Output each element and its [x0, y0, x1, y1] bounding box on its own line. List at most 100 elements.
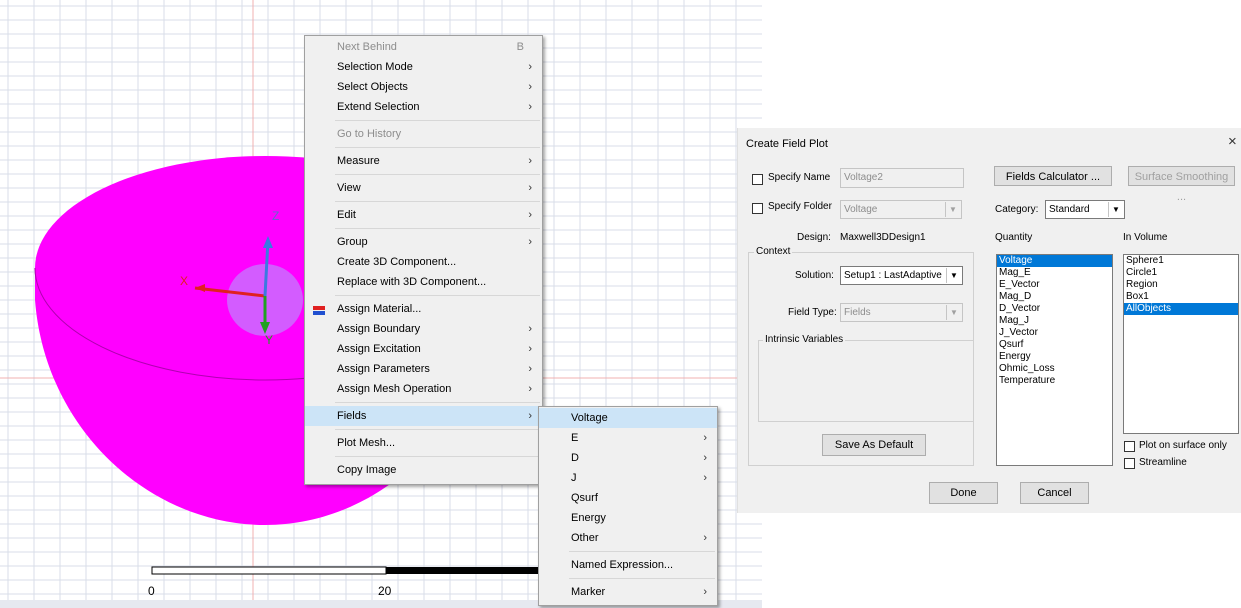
- menu-item-extend-selection[interactable]: Extend Selection ›: [305, 97, 542, 117]
- menu-item-named-expression[interactable]: Named Expression...: [539, 555, 717, 575]
- menu-item-create-3d-component[interactable]: Create 3D Component...: [305, 252, 542, 272]
- intrinsic-variables-group: [758, 340, 974, 422]
- name-field[interactable]: Voltage2: [840, 168, 964, 188]
- quantity-label: Quantity: [995, 232, 1033, 243]
- in-volume-listbox[interactable]: Sphere1 Circle1 Region Box1 AllObjects: [1123, 254, 1239, 434]
- field-type-select[interactable]: Fields ▼: [840, 303, 963, 322]
- menu-item-select-objects[interactable]: Select Objects ›: [305, 77, 542, 97]
- menu-item-label: Measure: [337, 155, 380, 167]
- menu-item-assign-excitation[interactable]: Assign Excitation ›: [305, 339, 542, 359]
- category-select[interactable]: Standard ▼: [1045, 200, 1125, 219]
- chevron-right-icon: ›: [528, 236, 532, 248]
- menu-item-label: Next Behind: [337, 41, 397, 53]
- chevron-right-icon: ›: [703, 452, 707, 464]
- list-item[interactable]: Mag_E: [997, 267, 1112, 279]
- list-item[interactable]: Mag_D: [997, 291, 1112, 303]
- list-item[interactable]: Mag_J: [997, 315, 1112, 327]
- menu-item-view[interactable]: View ›: [305, 178, 542, 198]
- in-volume-label: In Volume: [1123, 232, 1168, 243]
- menu-item-selection-mode[interactable]: Selection Mode ›: [305, 57, 542, 77]
- menu-item-label: Plot Mesh...: [337, 437, 396, 449]
- menu-item-label: Assign Boundary: [337, 323, 421, 335]
- plot-on-surface-label: Plot on surface only: [1139, 440, 1227, 451]
- solution-select[interactable]: Setup1 : LastAdaptive ▼: [840, 266, 963, 285]
- specify-name-checkbox[interactable]: [752, 174, 763, 185]
- menu-item-label: Named Expression...: [571, 559, 674, 571]
- menu-item-group[interactable]: Group ›: [305, 232, 542, 252]
- menu-item-marker[interactable]: Marker ›: [539, 582, 717, 602]
- menu-item-label: Go to History: [337, 128, 402, 140]
- menu-separator: [335, 456, 540, 457]
- streamline-checkbox[interactable]: [1124, 458, 1135, 469]
- list-item[interactable]: Energy: [997, 351, 1112, 363]
- design-label: Design:: [797, 232, 831, 243]
- menu-separator: [335, 147, 540, 148]
- menu-separator: [335, 295, 540, 296]
- field-type-label: Field Type:: [788, 307, 837, 318]
- menu-item-energy[interactable]: Energy: [539, 508, 717, 528]
- menu-item-label: Qsurf: [571, 492, 598, 504]
- menu-item-assign-material[interactable]: Assign Material...: [305, 299, 542, 319]
- list-item[interactable]: Temperature: [997, 375, 1112, 387]
- menu-item-label: Assign Material...: [337, 303, 422, 315]
- chevron-right-icon: ›: [528, 101, 532, 113]
- category-label: Category:: [995, 204, 1039, 215]
- fields-calculator-button[interactable]: Fields Calculator ...: [994, 166, 1112, 186]
- menu-item-assign-boundary[interactable]: Assign Boundary ›: [305, 319, 542, 339]
- save-as-default-button[interactable]: Save As Default: [822, 434, 926, 456]
- menu-item-next-behind[interactable]: Next Behind B: [305, 37, 542, 57]
- done-button[interactable]: Done: [929, 482, 998, 504]
- list-item[interactable]: E_Vector: [997, 279, 1112, 291]
- menu-item-label: Extend Selection: [337, 101, 420, 113]
- list-item[interactable]: Box1: [1124, 291, 1238, 303]
- quantity-listbox[interactable]: Voltage Mag_E E_Vector Mag_D D_Vector Mag_J J_…: [996, 254, 1113, 466]
- folder-select[interactable]: Voltage ▼: [840, 200, 962, 219]
- close-icon[interactable]: ×: [1228, 133, 1237, 150]
- list-item[interactable]: D_Vector: [997, 303, 1112, 315]
- scale-tick-0: 0: [148, 584, 155, 598]
- menu-separator: [569, 551, 715, 552]
- menu-item-edit[interactable]: Edit ›: [305, 205, 542, 225]
- menu-item-j[interactable]: J ›: [539, 468, 717, 488]
- menu-item-measure[interactable]: Measure ›: [305, 151, 542, 171]
- menu-item-label: Copy Image: [337, 464, 397, 476]
- menu-item-e[interactable]: E ›: [539, 428, 717, 448]
- menu-item-label: Edit: [337, 209, 356, 221]
- list-item[interactable]: Region: [1124, 279, 1238, 291]
- menu-item-label: Assign Excitation: [337, 343, 421, 355]
- menu-item-copy-image[interactable]: Copy Image: [305, 460, 542, 480]
- list-item[interactable]: Voltage: [997, 255, 1112, 267]
- field-type-select-value: Fields: [844, 307, 871, 318]
- menu-item-plot-mesh[interactable]: Plot Mesh...: [305, 433, 542, 453]
- dialog-title: Create Field Plot: [746, 138, 828, 150]
- menu-item-other[interactable]: Other ›: [539, 528, 717, 548]
- menu-item-label: Assign Mesh Operation: [337, 383, 452, 395]
- menu-item-label: Replace with 3D Component...: [337, 276, 487, 288]
- specify-folder-checkbox[interactable]: [752, 203, 763, 214]
- cancel-button[interactable]: Cancel: [1020, 482, 1089, 504]
- list-item[interactable]: Ohmic_Loss: [997, 363, 1112, 375]
- menu-separator: [335, 429, 540, 430]
- chevron-right-icon: ›: [703, 472, 707, 484]
- menu-separator: [335, 402, 540, 403]
- list-item[interactable]: AllObjects: [1124, 303, 1238, 315]
- menu-item-voltage[interactable]: Voltage: [539, 408, 717, 428]
- menu-item-fields[interactable]: Fields ›: [305, 406, 542, 426]
- list-item[interactable]: Circle1: [1124, 267, 1238, 279]
- list-item[interactable]: Sphere1: [1124, 255, 1238, 267]
- menu-item-assign-parameters[interactable]: Assign Parameters ›: [305, 359, 542, 379]
- specify-name-label: Specify Name: [768, 172, 831, 183]
- chevron-right-icon: ›: [703, 586, 707, 598]
- menu-item-shortcut: B: [516, 41, 524, 53]
- menu-item-replace-with-3d-component[interactable]: Replace with 3D Component...: [305, 272, 542, 292]
- plot-on-surface-checkbox[interactable]: [1124, 441, 1135, 452]
- list-item[interactable]: Qsurf: [997, 339, 1112, 351]
- chevron-down-icon: ▼: [945, 202, 960, 217]
- menu-item-go-to-history[interactable]: Go to History: [305, 124, 542, 144]
- list-item[interactable]: J_Vector: [997, 327, 1112, 339]
- menu-item-assign-mesh-operation[interactable]: Assign Mesh Operation ›: [305, 379, 542, 399]
- menu-item-qsurf[interactable]: Qsurf: [539, 488, 717, 508]
- menu-item-label: Other: [571, 532, 599, 544]
- surface-smoothing-button[interactable]: Surface Smoothing ...: [1128, 166, 1235, 203]
- menu-item-d[interactable]: D ›: [539, 448, 717, 468]
